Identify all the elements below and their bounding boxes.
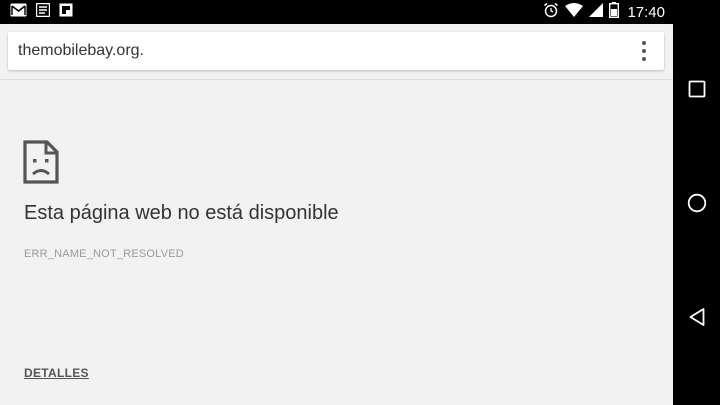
error-code: ERR_NAME_NOT_RESOLVED xyxy=(24,248,184,260)
status-bar: 17:40 xyxy=(0,0,673,24)
recents-square-icon[interactable] xyxy=(686,78,708,100)
toolbar-divider xyxy=(0,79,673,80)
flipboard-icon xyxy=(59,3,73,22)
sad-page-icon xyxy=(23,140,59,189)
browser-toolbar: themobilebay.org. xyxy=(0,24,673,80)
alarm-icon xyxy=(543,2,559,23)
wifi-icon xyxy=(565,2,584,22)
browser-screen: themobilebay.org. Esta página web no est… xyxy=(0,24,673,405)
battery-icon xyxy=(609,1,620,23)
details-button[interactable]: DETALLES xyxy=(24,366,89,380)
omnibox[interactable]: themobilebay.org. xyxy=(8,32,664,70)
url-text[interactable]: themobilebay.org. xyxy=(18,42,144,60)
navigation-bar xyxy=(673,0,720,405)
overflow-menu-icon[interactable] xyxy=(636,41,652,61)
home-circle-icon[interactable] xyxy=(686,192,708,214)
clock-time: 17:40 xyxy=(627,3,665,21)
error-title: Esta página web no está disponible xyxy=(24,202,339,224)
back-triangle-icon[interactable] xyxy=(686,306,708,328)
notes-icon xyxy=(35,2,51,22)
gmail-icon xyxy=(10,3,27,22)
signal-icon xyxy=(589,2,604,22)
